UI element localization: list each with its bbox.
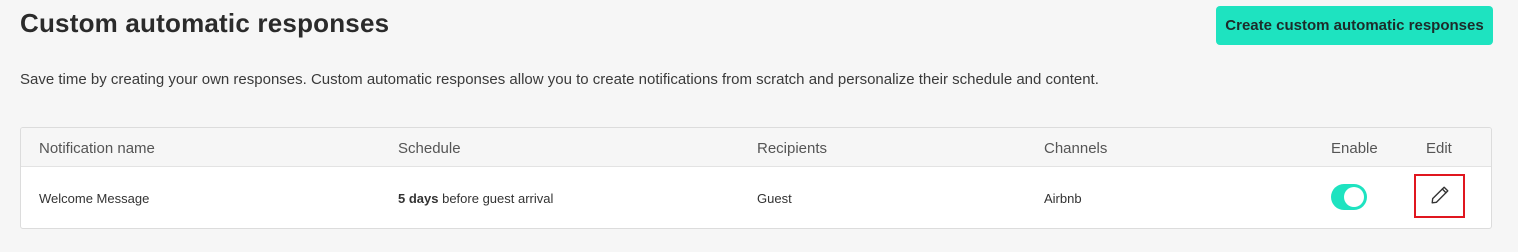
enable-toggle[interactable]	[1331, 184, 1367, 210]
column-header-schedule: Schedule	[398, 140, 461, 157]
column-header-enable: Enable	[1331, 140, 1378, 157]
toggle-knob	[1344, 187, 1364, 207]
schedule-days: 5 days	[398, 191, 439, 206]
recipients-cell: Guest	[757, 191, 792, 206]
table-row: Welcome Message 5 days before guest arri…	[21, 167, 1491, 228]
create-custom-automatic-responses-button[interactable]: Create custom automatic responses	[1216, 6, 1493, 45]
responses-table: Notification name Schedule Recipients Ch…	[20, 127, 1492, 229]
schedule-description: before guest arrival	[438, 191, 554, 206]
column-header-recipients: Recipients	[757, 140, 828, 157]
edit-button[interactable]	[1414, 174, 1465, 218]
table-header: Notification name Schedule Recipients Ch…	[21, 128, 1491, 167]
page-description: Save time by creating your own responses…	[20, 71, 1099, 88]
page-title: Custom automatic responses	[20, 8, 390, 38]
pencil-icon	[1429, 184, 1451, 209]
column-header-edit: Edit	[1426, 140, 1452, 157]
custom-automatic-responses-page: Custom automatic responses Create custom…	[0, 0, 1518, 252]
schedule-cell: 5 days before guest arrival	[398, 191, 553, 206]
notification-name-cell: Welcome Message	[39, 191, 150, 206]
column-header-channels: Channels	[1044, 140, 1108, 157]
channels-cell: Airbnb	[1044, 191, 1082, 206]
column-header-notification-name: Notification name	[39, 140, 155, 157]
